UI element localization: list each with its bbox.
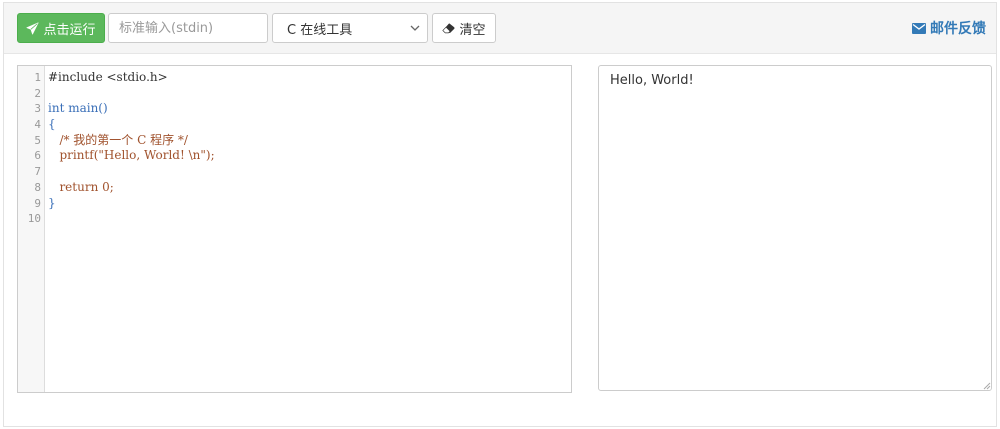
- printf-call: printf(: [48, 148, 99, 163]
- include-directive: #include <stdio.h>: [48, 70, 168, 84]
- function-main: main(): [64, 101, 108, 116]
- chevron-down-icon: [410, 25, 420, 31]
- code-content[interactable]: #include <stdio.h> int main() { /* 我的第一个…: [48, 70, 567, 227]
- eraser-icon: [442, 23, 456, 34]
- paper-plane-icon: [26, 21, 39, 35]
- line-number: 9: [34, 196, 41, 210]
- line-number: 2: [34, 86, 41, 100]
- line-number: 10: [27, 212, 41, 226]
- printf-close: );: [205, 148, 215, 163]
- line-number: 8: [34, 180, 41, 194]
- email-feedback-link[interactable]: 邮件反馈: [912, 18, 986, 38]
- toolbar: 点击运行 C 在线工具 清空 邮件反馈: [4, 3, 996, 54]
- line-number-gutter: 1 2 3 4 5 6 7 8 9 10: [18, 66, 45, 392]
- language-select[interactable]: C 在线工具: [272, 13, 428, 43]
- code-line-9: }: [48, 196, 567, 212]
- clear-button-label: 清空: [459, 22, 486, 38]
- line-number: 5: [34, 133, 41, 147]
- code-comment: /* 我的第一个 C 程序 */: [48, 132, 188, 147]
- output-textarea[interactable]: [598, 65, 992, 391]
- stdin-input[interactable]: [108, 13, 268, 43]
- line-number: 3: [34, 102, 41, 116]
- online-compiler-panel: 点击运行 C 在线工具 清空 邮件反馈 1: [3, 2, 997, 427]
- string-literal: "Hello, World! \n": [98, 148, 206, 163]
- line-number: 4: [34, 118, 41, 132]
- line-number: 6: [34, 149, 41, 163]
- run-button[interactable]: 点击运行: [17, 13, 105, 43]
- code-editor[interactable]: 1 2 3 4 5 6 7 8 9 10 #include <stdio.h> …: [17, 65, 572, 393]
- brace-close: }: [48, 195, 56, 210]
- code-line-4: {: [48, 117, 567, 133]
- line-number: 1: [34, 71, 41, 84]
- keyword-return: return: [48, 179, 99, 194]
- run-button-label: 点击运行: [43, 22, 96, 38]
- line-number: 7: [34, 165, 41, 179]
- code-line-1: #include <stdio.h>: [48, 70, 567, 86]
- code-line-6: printf("Hello, World! \n");: [48, 148, 567, 164]
- return-value: 0;: [98, 179, 114, 194]
- keyword-int: int: [48, 101, 65, 116]
- code-line-3: int main(): [48, 101, 567, 117]
- envelope-icon: [912, 22, 926, 34]
- code-line-5: /* 我的第一个 C 程序 */: [48, 133, 567, 149]
- code-line-8: return 0;: [48, 180, 567, 196]
- email-feedback-label: 邮件反馈: [930, 21, 986, 37]
- resize-grip-icon[interactable]: [981, 380, 991, 390]
- language-select-value: C 在线工具: [287, 22, 353, 38]
- clear-button[interactable]: 清空: [432, 13, 496, 43]
- brace-open: {: [48, 117, 56, 132]
